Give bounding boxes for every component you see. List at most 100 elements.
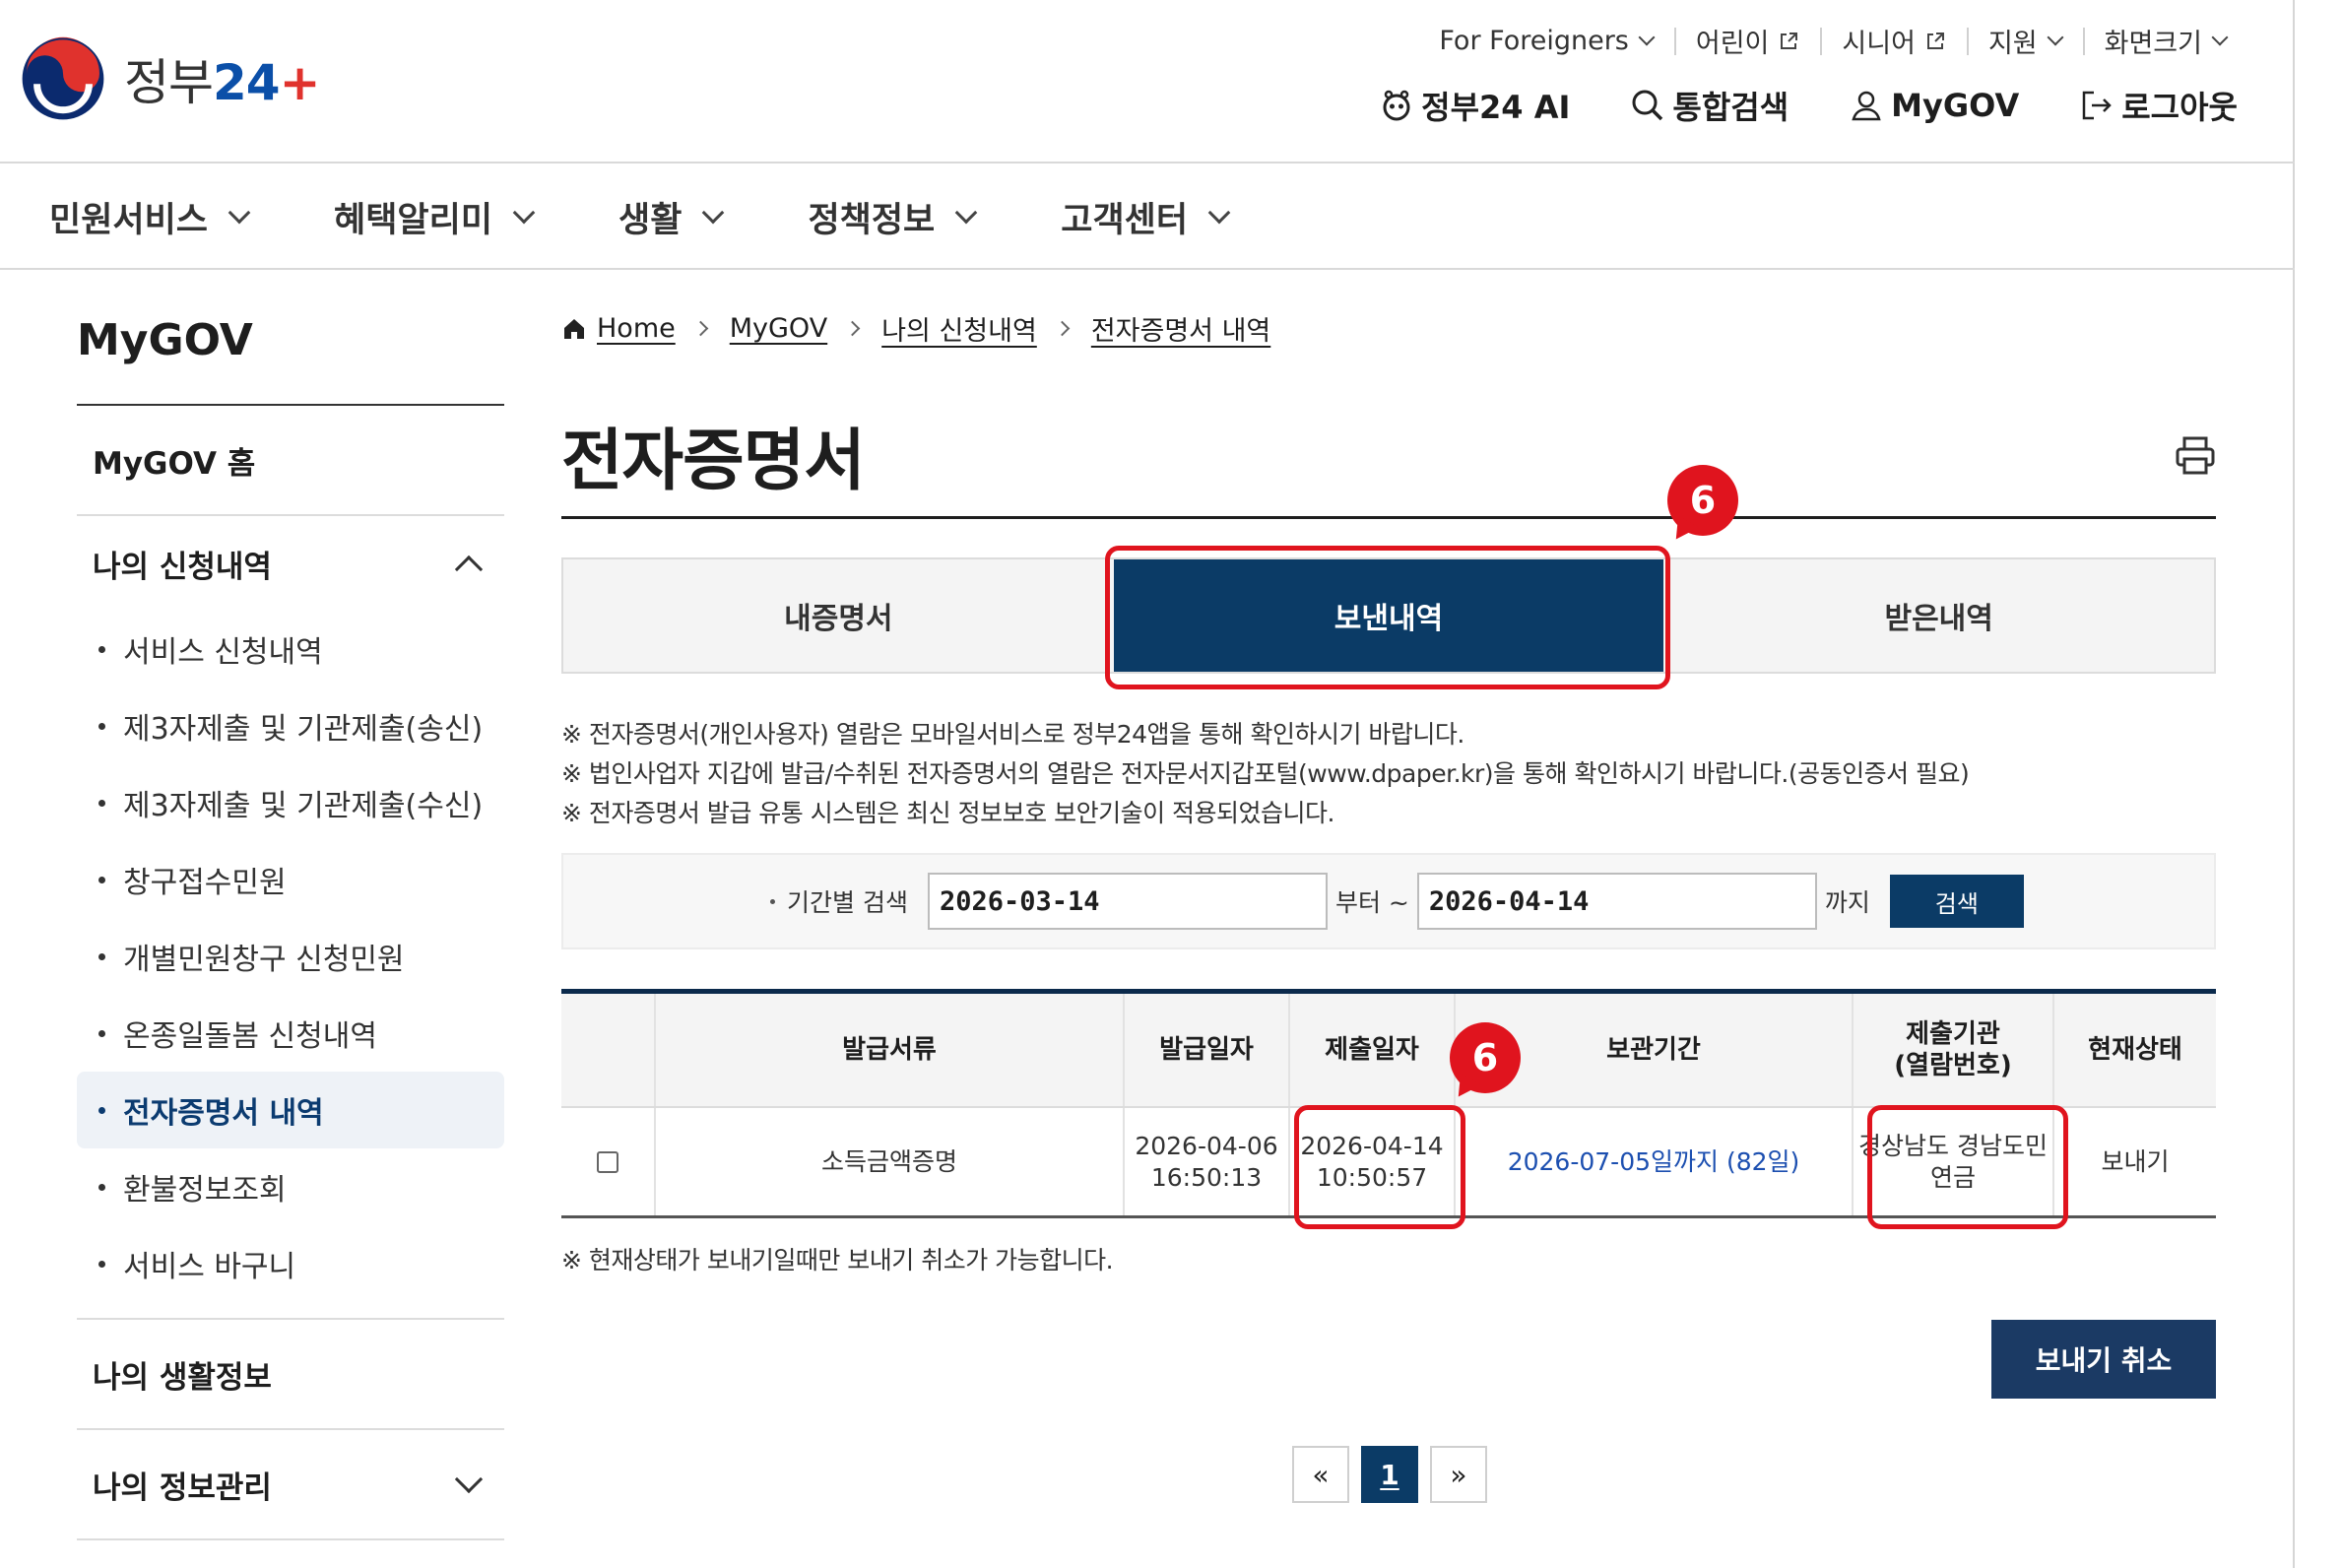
gnb-customer-center[interactable]: 고객센터 bbox=[1061, 192, 1231, 242]
page-1-button[interactable]: 1 bbox=[1361, 1446, 1418, 1503]
chevron-right-icon bbox=[844, 320, 861, 337]
user-icon bbox=[1852, 91, 1881, 121]
external-link-icon bbox=[1926, 32, 1944, 49]
sidebar-item-all-day-care[interactable]: 온종일돌봄 신청내역 bbox=[77, 995, 504, 1072]
table-header: 발급서류 발급일자 제출일자 보관기간 제출기관 (열람번호) 현재상태 bbox=[561, 994, 2216, 1108]
sidebar-item-e-certificates[interactable]: 전자증명서 내역 bbox=[77, 1072, 504, 1148]
notice-line: ※ 전자증명서(개인사용자) 열람은 모바일서비스로 정부24앱을 통해 확인하… bbox=[561, 720, 1464, 749]
cancel-send-button[interactable]: 보내기 취소 bbox=[1991, 1320, 2216, 1399]
quick-mygov-button[interactable]: MyGOV bbox=[1850, 87, 2019, 124]
bullet bbox=[98, 952, 105, 960]
chevron-down-icon bbox=[1638, 29, 1656, 45]
header: 정부24+ For Foreigners 어린이 시니어 지원 화면크기 정부2… bbox=[0, 0, 2295, 163]
period-search-label: 기간별 검색 bbox=[770, 883, 908, 919]
chevron-right-icon bbox=[692, 320, 709, 337]
chevron-down-icon bbox=[454, 1465, 484, 1494]
row-select-cell bbox=[561, 1108, 656, 1215]
sidebar-section-applications[interactable]: 나의 신청내역 bbox=[77, 516, 504, 611]
search-button[interactable]: 검색 bbox=[1889, 875, 2024, 928]
date-to-input[interactable]: 2026-04-14 bbox=[1416, 873, 1817, 930]
cell-issue-date: 2026-04-06 16:50:13 bbox=[1125, 1108, 1290, 1215]
gnb-benefit-alert[interactable]: 혜택알리미 bbox=[334, 192, 536, 242]
bullet bbox=[98, 799, 105, 807]
date-from-input[interactable]: 2026-03-14 bbox=[927, 873, 1328, 930]
gnb-civil-service[interactable]: 민원서비스 bbox=[49, 192, 251, 242]
cell-retention-link[interactable]: 2026-07-05일까지 (82일) bbox=[1456, 1108, 1854, 1215]
chevron-down-icon bbox=[1207, 201, 1231, 225]
utility-screen-size[interactable]: 화면크기 bbox=[2082, 22, 2247, 60]
pagination: « 1 » bbox=[1292, 1446, 1499, 1503]
main-nav: 민원서비스 혜택알리미 생활 정책정보 고객센터 bbox=[0, 165, 2295, 270]
breadcrumb-applications[interactable]: 나의 신청내역 bbox=[881, 309, 1037, 348]
breadcrumb-e-certificates[interactable]: 전자증명서 내역 bbox=[1091, 309, 1270, 348]
bullet bbox=[98, 1106, 105, 1114]
page: 정부24+ For Foreigners 어린이 시니어 지원 화면크기 정부2… bbox=[0, 0, 2295, 1568]
row-checkbox[interactable] bbox=[597, 1150, 618, 1173]
print-icon[interactable] bbox=[2175, 435, 2216, 477]
highlight-submit-date bbox=[1294, 1105, 1465, 1229]
from-suffix: 부터 ~ bbox=[1334, 888, 1409, 917]
sidebar-item-service-basket[interactable]: 서비스 바구니 bbox=[77, 1225, 504, 1302]
sidebar-item-mygov-home[interactable]: MyGOV 홈 bbox=[77, 406, 504, 516]
chevron-down-icon bbox=[512, 201, 536, 225]
bullet bbox=[770, 898, 775, 904]
sidebar-item-service-applications[interactable]: 서비스 신청내역 bbox=[77, 611, 504, 687]
sidebar-submenu: 서비스 신청내역 제3자제출 및 기관제출(송신) 제3자제출 및 기관제출(수… bbox=[77, 611, 504, 1320]
utility-senior[interactable]: 시니어 bbox=[1820, 22, 1967, 60]
next-page-button[interactable]: » bbox=[1430, 1446, 1487, 1503]
header-submit-date: 제출일자 bbox=[1290, 994, 1456, 1106]
highlight-sent-tab bbox=[1105, 546, 1670, 689]
sidebar-item-third-party-receive[interactable]: 제3자제출 및 기관제출(수신) bbox=[77, 764, 504, 841]
notice-line: ※ 법인사업자 지갑에 발급/수취된 전자증명서의 열람은 전자문서지갑포털(w… bbox=[561, 759, 1970, 788]
cell-document: 소득금액증명 bbox=[656, 1108, 1125, 1215]
external-link-icon bbox=[1781, 32, 1798, 49]
highlight-institution bbox=[1867, 1105, 2068, 1229]
notice-line: ※ 전자증명서 발급 유통 시스템은 최신 정보보호 보안기술이 적용되었습니다… bbox=[561, 799, 1334, 827]
header-issue-date: 발급일자 bbox=[1125, 994, 1290, 1106]
bullet bbox=[98, 645, 105, 653]
chevron-down-icon bbox=[702, 201, 725, 225]
chevron-down-icon bbox=[2211, 29, 2229, 45]
breadcrumb-mygov[interactable]: MyGOV bbox=[730, 313, 827, 344]
bullet bbox=[98, 1029, 105, 1037]
bullet bbox=[98, 1183, 105, 1191]
quick-menu: 정부24 AI 통합검색 MyGOV 로그아웃 bbox=[1319, 83, 2238, 128]
sidebar-section-life-info[interactable]: 나의 생활정보 bbox=[77, 1320, 504, 1430]
header-document: 발급서류 bbox=[656, 994, 1125, 1106]
header-institution: 제출기관 (열람번호) bbox=[1854, 994, 2054, 1106]
quick-logout-button[interactable]: 로그아웃 bbox=[2080, 83, 2238, 128]
bullet bbox=[98, 1260, 105, 1268]
utility-support[interactable]: 지원 bbox=[1966, 22, 2083, 60]
chevron-down-icon bbox=[954, 201, 978, 225]
header-status: 현재상태 bbox=[2088, 1035, 2182, 1065]
prev-page-button[interactable]: « bbox=[1292, 1446, 1349, 1503]
chevron-down-icon bbox=[228, 201, 251, 225]
sidebar-item-third-party-send[interactable]: 제3자제출 및 기관제출(송신) bbox=[77, 687, 504, 764]
tab-my-certificates[interactable]: 내증명서 bbox=[563, 559, 1114, 672]
notice-list: ※ 전자증명서(개인사용자) 열람은 모바일서비스로 정부24앱을 통해 확인하… bbox=[561, 715, 1970, 833]
page-title: 전자증명서 bbox=[561, 423, 866, 500]
sidebar-item-refund-info[interactable]: 환불정보조회 bbox=[77, 1148, 504, 1225]
breadcrumb-home[interactable]: Home bbox=[597, 313, 676, 344]
sidebar-item-individual-counter[interactable]: 개별민원창구 신청민원 bbox=[77, 918, 504, 995]
sidebar-section-info-management[interactable]: 나의 정보관리 bbox=[77, 1430, 504, 1540]
bullet bbox=[98, 876, 105, 883]
sidebar-item-counter-applications[interactable]: 창구접수민원 bbox=[77, 841, 504, 918]
quick-ai-button[interactable]: 정부24 AI bbox=[1380, 83, 1570, 128]
period-search: 기간별 검색 2026-03-14 부터 ~ 2026-04-14 까지 검색 bbox=[561, 853, 2216, 949]
bullet bbox=[98, 722, 105, 730]
breadcrumb: Home MyGOV 나의 신청내역 전자증명서 내역 bbox=[561, 309, 1270, 348]
utility-nav: For Foreigners 어린이 시니어 지원 화면크기 bbox=[1417, 22, 2247, 60]
utility-for-foreigners[interactable]: For Foreigners bbox=[1417, 26, 1674, 56]
title-divider bbox=[561, 516, 2216, 519]
cell-status: 보내기 bbox=[2101, 1146, 2170, 1176]
utility-kids[interactable]: 어린이 bbox=[1673, 22, 1821, 60]
quick-search-button[interactable]: 통합검색 bbox=[1631, 83, 1789, 128]
gnb-life[interactable]: 생활 bbox=[618, 192, 725, 242]
gov24-logo[interactable]: 정부24+ bbox=[20, 35, 320, 122]
taegeuk-logo-icon bbox=[22, 36, 104, 120]
tab-received-history[interactable]: 받은내역 bbox=[1663, 559, 2214, 672]
search-icon bbox=[1632, 90, 1663, 121]
gnb-policy-info[interactable]: 정책정보 bbox=[808, 192, 978, 242]
sidebar-title: MyGOV bbox=[77, 315, 504, 406]
